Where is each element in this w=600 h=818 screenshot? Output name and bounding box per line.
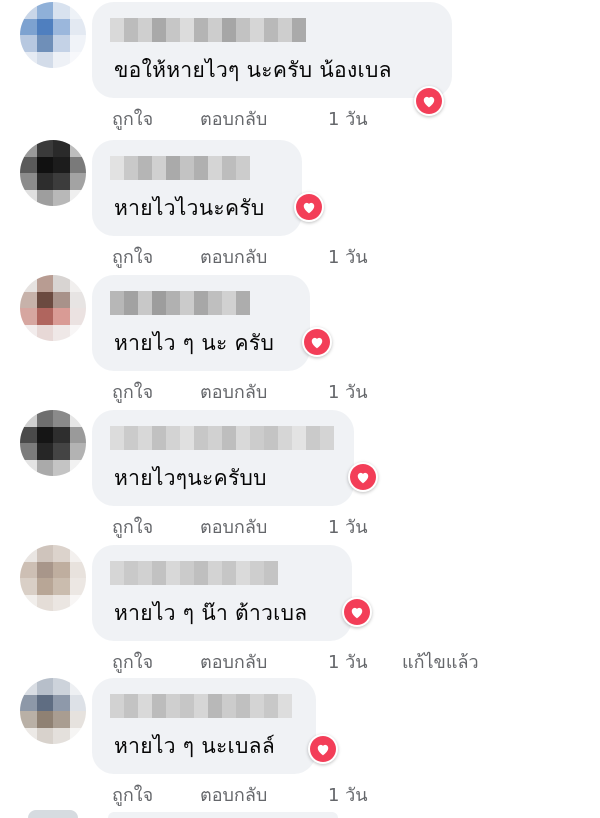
heart-icon	[351, 607, 363, 618]
next-comment-avatar-partial	[28, 810, 78, 818]
love-reaction[interactable]	[308, 734, 338, 764]
heart-icon	[357, 472, 369, 483]
avatar[interactable]	[20, 2, 86, 68]
comment-text: ขอให้หายไวๆ นะครับ น้องเบล	[114, 58, 392, 82]
edited-label[interactable]: แก้ไขแล้ว	[402, 649, 479, 677]
timestamp[interactable]: 1 วัน	[328, 649, 368, 677]
comment-bubble: หายไวๆนะครับบ	[92, 410, 354, 506]
avatar[interactable]	[20, 275, 86, 341]
like-link[interactable]: ถูกใจ	[112, 106, 153, 134]
commenter-name-redacted[interactable]	[110, 561, 278, 585]
reply-link[interactable]: ตอบกลับ	[200, 782, 267, 810]
comment-bubble: หายไว ๆ น๊า ต้าวเบล	[92, 545, 352, 641]
love-reaction[interactable]	[348, 462, 378, 492]
commenter-name-redacted[interactable]	[110, 291, 250, 315]
heart-icon	[423, 96, 435, 107]
heart-icon	[303, 202, 315, 213]
commenter-name-redacted[interactable]	[110, 426, 334, 450]
avatar[interactable]	[20, 678, 86, 744]
comment-bubble: หายไว ๆ นะ ครับ	[92, 275, 310, 371]
comment-bubble: ขอให้หายไวๆ นะครับ น้องเบล	[92, 2, 452, 98]
reply-link[interactable]: ตอบกลับ	[200, 379, 267, 407]
comment-bubble: หายไวไวนะครับ	[92, 140, 302, 236]
timestamp[interactable]: 1 วัน	[328, 782, 368, 810]
like-link[interactable]: ถูกใจ	[112, 379, 153, 407]
reply-link[interactable]: ตอบกลับ	[200, 106, 267, 134]
timestamp[interactable]: 1 วัน	[328, 379, 368, 407]
comment-text: หายไว ๆ นะเบลล์	[114, 734, 276, 758]
comment-text: หายไวๆนะครับบ	[114, 466, 267, 490]
commenter-name-redacted[interactable]	[110, 694, 292, 718]
comment-text: หายไว ๆ นะ ครับ	[114, 331, 275, 355]
like-link[interactable]: ถูกใจ	[112, 244, 153, 272]
avatar[interactable]	[20, 140, 86, 206]
love-reaction[interactable]	[342, 597, 372, 627]
like-link[interactable]: ถูกใจ	[112, 782, 153, 810]
heart-icon	[311, 337, 323, 348]
like-link[interactable]: ถูกใจ	[112, 514, 153, 542]
timestamp[interactable]: 1 วัน	[328, 514, 368, 542]
comment-list: ขอให้หายไวๆ นะครับ น้องเบล ถูกใจ ตอบกลับ…	[0, 0, 600, 818]
commenter-name-redacted[interactable]	[110, 156, 250, 180]
comment-bubble: หายไว ๆ นะเบลล์	[92, 678, 316, 774]
like-link[interactable]: ถูกใจ	[112, 649, 153, 677]
comment-text: หายไว ๆ น๊า ต้าวเบล	[114, 601, 308, 625]
reply-link[interactable]: ตอบกลับ	[200, 514, 267, 542]
heart-icon	[317, 744, 329, 755]
timestamp[interactable]: 1 วัน	[328, 244, 368, 272]
commenter-name-redacted[interactable]	[110, 18, 306, 42]
reply-link[interactable]: ตอบกลับ	[200, 244, 267, 272]
avatar[interactable]	[20, 410, 86, 476]
next-comment-bubble-partial	[108, 812, 338, 818]
love-reaction[interactable]	[414, 86, 444, 116]
reply-link[interactable]: ตอบกลับ	[200, 649, 267, 677]
avatar[interactable]	[20, 545, 86, 611]
love-reaction[interactable]	[294, 192, 324, 222]
love-reaction[interactable]	[302, 327, 332, 357]
timestamp[interactable]: 1 วัน	[328, 106, 368, 134]
comment-text: หายไวไวนะครับ	[114, 196, 265, 220]
